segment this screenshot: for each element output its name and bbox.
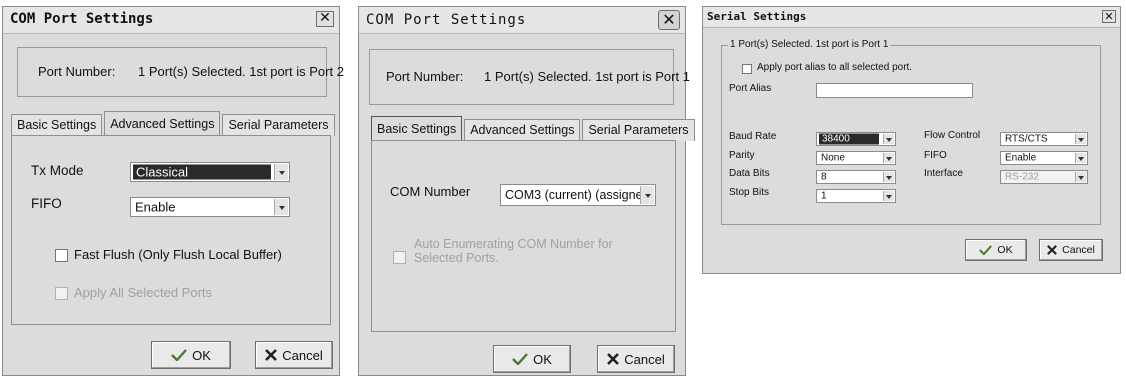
chevron-down-icon[interactable] <box>883 134 894 144</box>
close-icon[interactable]: ✕ <box>658 10 680 30</box>
interface-select[interactable]: RS-232 <box>1000 170 1088 184</box>
port-alias-input[interactable] <box>816 83 973 98</box>
auto-enumerating-label-line1: Auto Enumerating COM Number for <box>414 237 613 251</box>
tab-basic-settings[interactable]: Basic Settings <box>11 114 103 136</box>
chevron-down-icon[interactable] <box>274 199 288 215</box>
tx-mode-select[interactable]: Classical <box>130 162 290 182</box>
cancel-label: Cancel <box>282 347 323 363</box>
data-bits-value: 8 <box>821 171 827 183</box>
com-number-select[interactable]: COM3 (current) (assigned <box>500 184 656 206</box>
port-number-group: Port Number: 1 Port(s) Selected. 1st por… <box>17 47 344 97</box>
cancel-label: Cancel <box>1062 244 1095 256</box>
fifo-select[interactable]: Enable <box>130 197 290 217</box>
port-number-label: Port Number: <box>38 64 116 79</box>
ok-button[interactable]: OK <box>151 341 231 369</box>
chevron-down-icon[interactable] <box>883 191 894 201</box>
port-number-label: Port Number: <box>386 69 464 84</box>
ok-button[interactable]: OK <box>493 345 571 373</box>
apply-all-label: Apply All Selected Ports <box>74 285 213 300</box>
com-port-settings-dialog-1: COM Port Settings ✕ Port Number: 1 Port(… <box>2 6 344 376</box>
parity-select[interactable]: None <box>816 151 896 165</box>
cancel-button[interactable]: Cancel <box>1039 239 1103 261</box>
ports-selected-group: 1 Port(s) Selected. 1st port is Port 1 A… <box>721 39 1101 225</box>
ok-button[interactable]: OK <box>965 239 1027 261</box>
chevron-down-icon[interactable] <box>274 164 288 180</box>
port-number-value: 1 Port(s) Selected. 1st port is Port 1 <box>484 69 690 84</box>
dialog-title: COM Port Settings <box>366 12 527 28</box>
auto-enumerating-label-line2: Selected Ports. <box>414 251 499 265</box>
parity-value: None <box>821 152 845 164</box>
cancel-button[interactable]: Cancel <box>255 341 333 369</box>
group-label: 1 Port(s) Selected. 1st port is Port 1 <box>728 39 891 50</box>
title-bar[interactable]: Serial Settings ✕ <box>703 7 1120 28</box>
apply-alias-label: Apply port alias to all selected port. <box>757 62 913 73</box>
port-number-group: Port Number: 1 Port(s) Selected. 1st por… <box>369 49 690 105</box>
chevron-down-icon[interactable] <box>1075 153 1086 163</box>
close-icon[interactable]: ✕ <box>1102 10 1116 23</box>
com-number-value: COM3 (current) (assigned <box>505 188 650 202</box>
data-bits-label: Data Bits <box>729 168 770 179</box>
tab-basic-settings[interactable]: Basic Settings <box>371 116 463 142</box>
x-cross-icon <box>265 349 278 361</box>
apply-all-checkbox[interactable] <box>55 287 68 300</box>
tab-serial-parameters[interactable]: Serial Parameters <box>222 114 335 136</box>
flow-control-value: RTS/CTS <box>1005 133 1048 145</box>
baud-rate-label: Baud Rate <box>729 131 777 142</box>
ok-label: OK <box>997 244 1013 256</box>
tx-mode-value: Classical <box>133 164 271 180</box>
port-number-value: 1 Port(s) Selected. 1st port is Port 2 <box>138 64 344 79</box>
checkmark-icon <box>979 245 993 255</box>
advanced-settings-panel: Tx Mode Classical FIFO Enable Fast Flush… <box>11 135 331 325</box>
title-bar[interactable]: COM Port Settings ✕ <box>359 7 685 34</box>
data-bits-select[interactable]: 8 <box>816 170 896 184</box>
close-icon[interactable]: ✕ <box>316 11 334 27</box>
flow-control-label: Flow Control <box>924 130 981 141</box>
fifo-value: Enable <box>1005 152 1037 164</box>
fast-flush-checkbox[interactable] <box>55 249 68 262</box>
stop-bits-label: Stop Bits <box>729 187 770 198</box>
fifo-select[interactable]: Enable <box>1000 151 1088 165</box>
apply-alias-checkbox[interactable] <box>742 64 752 74</box>
fast-flush-label: Fast Flush (Only Flush Local Buffer) <box>74 247 282 262</box>
stop-bits-select[interactable]: 1 <box>816 189 896 203</box>
parity-label: Parity <box>729 150 755 161</box>
stop-bits-value: 1 <box>821 190 827 202</box>
chevron-down-icon[interactable] <box>640 186 654 204</box>
tab-strip: Basic Settings Advanced Settings Serial … <box>11 110 337 137</box>
cancel-label: Cancel <box>624 351 665 367</box>
fifo-value: Enable <box>135 199 176 215</box>
basic-settings-panel: COM Number COM3 (current) (assigned Auto… <box>371 140 676 332</box>
tab-strip: Basic Settings Advanced Settings Serial … <box>371 115 697 142</box>
chevron-down-icon[interactable] <box>883 172 894 182</box>
baud-rate-select[interactable]: 38400 <box>816 132 896 146</box>
tx-mode-label: Tx Mode <box>31 163 84 178</box>
title-bar[interactable]: COM Port Settings ✕ <box>3 7 339 34</box>
x-cross-icon <box>607 353 620 365</box>
com-port-settings-dialog-2: COM Port Settings ✕ Port Number: 1 Port(… <box>358 6 695 376</box>
baud-rate-value: 38400 <box>819 133 879 145</box>
ok-label: OK <box>533 351 552 367</box>
flow-control-select[interactable]: RTS/CTS <box>1000 132 1088 146</box>
tab-advanced-settings[interactable]: Advanced Settings <box>464 119 581 141</box>
checkmark-icon <box>512 353 528 365</box>
ok-label: OK <box>192 347 211 363</box>
chevron-down-icon[interactable] <box>1075 172 1086 182</box>
dialog-title: Serial Settings <box>707 10 807 23</box>
com-number-label: COM Number <box>390 184 471 199</box>
chevron-down-icon[interactable] <box>1075 134 1086 144</box>
serial-settings-dialog: Serial Settings ✕ 1 Port(s) Selected. 1s… <box>702 6 1121 274</box>
chevron-down-icon[interactable] <box>883 153 894 163</box>
fifo-label: FIFO <box>31 196 62 211</box>
checkmark-icon <box>171 349 187 361</box>
dialog-title: COM Port Settings <box>10 11 154 27</box>
fifo-label: FIFO <box>924 150 947 161</box>
cancel-button[interactable]: Cancel <box>597 345 675 373</box>
interface-label: Interface <box>924 168 963 179</box>
interface-value: RS-232 <box>1005 171 1039 183</box>
x-cross-icon <box>1047 245 1058 255</box>
tab-serial-parameters[interactable]: Serial Parameters <box>582 119 695 141</box>
tab-advanced-settings[interactable]: Advanced Settings <box>104 111 221 137</box>
auto-enumerating-checkbox[interactable] <box>393 251 406 264</box>
port-alias-label: Port Alias <box>729 83 772 94</box>
